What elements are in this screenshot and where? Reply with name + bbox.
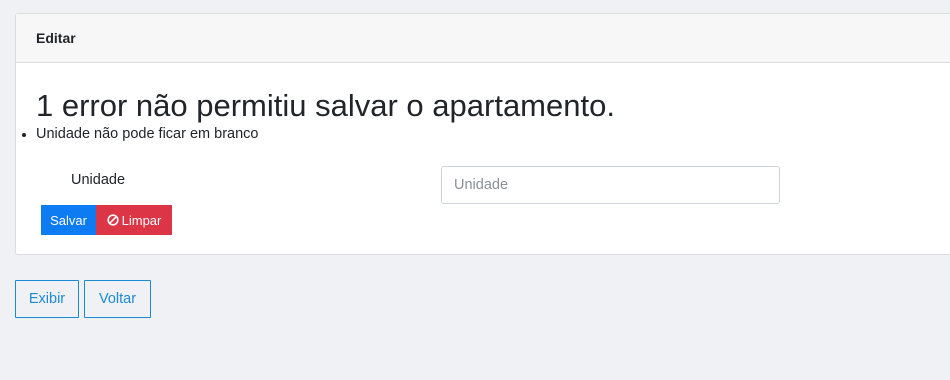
ban-icon: [107, 214, 119, 226]
card-header: Editar: [16, 14, 950, 63]
save-button[interactable]: Salvar: [41, 205, 96, 235]
edit-card: Editar 1 error não permitiu salvar o apa…: [15, 13, 950, 255]
show-button[interactable]: Exibir: [15, 280, 79, 318]
card-header-title: Editar: [36, 30, 76, 46]
unidade-input[interactable]: [441, 166, 780, 204]
clear-button-label: Limpar: [121, 212, 162, 228]
error-list: Unidade não pode ficar em branco: [16, 124, 258, 144]
unidade-label: Unidade: [71, 172, 126, 188]
error-title: 1 error não permitiu salvar o apartament…: [36, 88, 615, 123]
back-button[interactable]: Voltar: [84, 280, 151, 318]
clear-button[interactable]: Limpar: [96, 205, 172, 235]
error-item: Unidade não pode ficar em branco: [36, 124, 258, 144]
